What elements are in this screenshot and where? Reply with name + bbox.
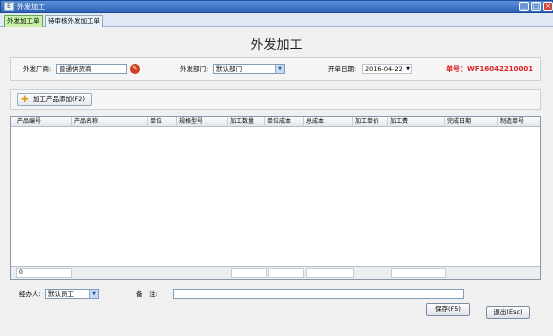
add-product-button[interactable]: ✚ 加工产品添加(F2) — [17, 93, 92, 106]
col-product-name[interactable]: 产品名称 — [72, 117, 148, 127]
tab-outsource-order[interactable]: 外发加工单 — [4, 15, 43, 27]
exit-button[interactable]: 退出(Esc) — [486, 306, 530, 319]
remark-field[interactable] — [173, 289, 464, 299]
vendor-label: 外发厂商: — [23, 65, 52, 73]
footer-unitcost-sum — [268, 268, 304, 278]
footer-fee-sum — [391, 268, 446, 278]
title-bar: E 外发加工 _ □ × — [0, 0, 553, 13]
footer-qty-sum — [231, 268, 267, 278]
col-qty[interactable]: 加工数量 — [228, 117, 265, 127]
dept-label: 外发部门: — [180, 65, 209, 73]
order-number: 单号：WF16042210001 — [446, 65, 534, 73]
window-title: 外发加工 — [17, 3, 45, 11]
chevron-down-icon[interactable]: ▼ — [89, 290, 98, 298]
col-product-code[interactable]: 产品编号 — [15, 117, 72, 127]
handler-value: 默认员工 — [48, 290, 74, 298]
date-label: 开单日期: — [328, 65, 357, 73]
app-icon: E — [4, 2, 14, 11]
col-unit[interactable]: 单位 — [148, 117, 177, 127]
col-spec[interactable]: 规格型号 — [177, 117, 228, 127]
col-finish-date[interactable]: 完成日期 — [445, 117, 498, 127]
dept-select[interactable]: 默认部门 ▼ — [213, 64, 285, 74]
table-footer: 0 — [11, 266, 540, 279]
save-button[interactable]: 保存(F5) — [426, 303, 470, 316]
col-unit-cost[interactable]: 单位成本 — [265, 117, 304, 127]
chevron-down-icon[interactable]: ▼ — [406, 65, 410, 73]
table-header: 产品编号 产品名称 单位 规格型号 加工数量 单位成本 总成本 加工单价 加工费… — [11, 117, 540, 127]
footer-totalcost-sum — [306, 268, 354, 278]
dept-value: 默认部门 — [216, 65, 242, 73]
handler-label: 经办人: — [19, 290, 41, 298]
minimize-icon[interactable]: _ — [519, 2, 529, 11]
tab-bar: 外发加工单 待审核外发加工单 — [0, 13, 553, 27]
col-total-cost[interactable]: 总成本 — [304, 117, 353, 127]
footer-count: 0 — [16, 268, 72, 278]
remark-label: 备 注: — [136, 290, 158, 298]
tab-pending-review[interactable]: 待审核外发加工单 — [45, 15, 103, 27]
handler-select[interactable]: 默认员工 ▼ — [45, 289, 99, 299]
close-icon[interactable]: × — [543, 2, 553, 11]
chevron-down-icon[interactable]: ▼ — [275, 65, 284, 73]
col-proc-fee[interactable]: 加工费 — [388, 117, 445, 127]
wrench-icon[interactable]: ✎ — [130, 64, 140, 74]
page-title: 外发加工 — [250, 38, 303, 53]
vendor-field[interactable]: 普通供货商 — [56, 64, 127, 74]
maximize-icon[interactable]: □ — [531, 2, 541, 11]
plus-icon: ✚ — [21, 95, 29, 105]
col-proc-price[interactable]: 加工单价 — [353, 117, 388, 127]
product-table[interactable]: 产品编号 产品名称 单位 规格型号 加工数量 单位成本 总成本 加工单价 加工费… — [10, 116, 541, 280]
col-mfg-no[interactable]: 制造单号 — [498, 117, 540, 127]
date-picker[interactable]: 2016-04-22 ▼ — [362, 64, 412, 74]
date-value: 2016-04-22 — [365, 65, 403, 73]
vendor-value: 普通供货商 — [59, 65, 92, 73]
